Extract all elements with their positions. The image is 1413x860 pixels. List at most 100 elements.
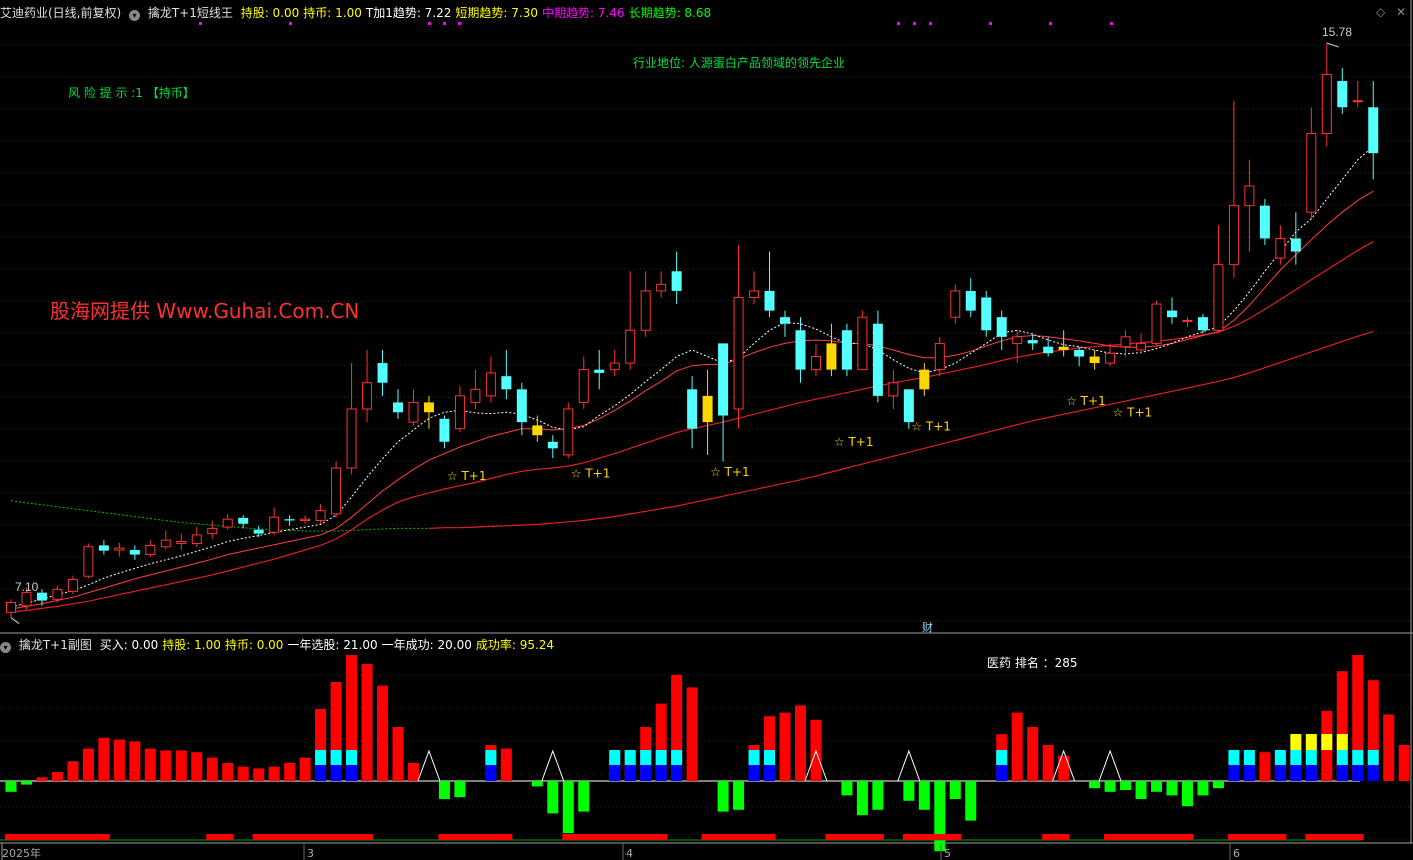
sub-bar-negative xyxy=(1151,781,1163,792)
t1-signal-label: ☆ T+1 xyxy=(834,435,874,449)
sub-bar-negative xyxy=(454,781,466,798)
top-marker xyxy=(913,22,916,25)
sub-bar-negative xyxy=(1120,781,1132,790)
candle-body xyxy=(718,343,729,416)
main-indicator-name[interactable]: 擒龙T+1短线王 xyxy=(148,6,233,20)
candle-body xyxy=(454,395,465,430)
candle-body xyxy=(733,296,744,410)
sub-bar-negative xyxy=(918,781,930,810)
candle-body xyxy=(1043,346,1054,354)
sub-bar-yellow xyxy=(1336,734,1348,750)
top-marker xyxy=(199,22,202,25)
bottom-segment xyxy=(438,834,513,840)
bottom-segment xyxy=(1305,834,1364,840)
sub-bar-cyan xyxy=(996,750,1008,765)
candle-body xyxy=(749,290,760,298)
industry-position: 行业地位: 人源蛋白产品领域的领先企业 xyxy=(633,55,845,70)
sub-bar xyxy=(1042,745,1054,781)
candle-body xyxy=(408,401,419,423)
indicator-toggle-icon[interactable]: ▾ xyxy=(129,10,141,21)
candle-body xyxy=(903,389,914,423)
candle-body xyxy=(1058,346,1069,350)
sub-bar-blue xyxy=(1274,765,1286,781)
sub-bar-blue xyxy=(485,765,497,781)
candle-body xyxy=(269,516,280,533)
bottom-segment xyxy=(562,834,668,840)
sub-bar xyxy=(51,772,63,781)
sub-bar xyxy=(686,687,698,781)
main-stat-5: 长期趋势: 8.68 xyxy=(628,6,712,20)
candle-body xyxy=(810,356,821,371)
candle-body xyxy=(764,290,775,311)
candle-body xyxy=(1228,205,1239,266)
sub-bar-cyan xyxy=(1352,750,1364,765)
sub-bar-cyan xyxy=(624,750,636,765)
sub-indicator-bars[interactable] xyxy=(0,655,1413,852)
sub-bar xyxy=(779,712,791,781)
sub-bar-blue xyxy=(346,765,358,781)
sub-bar xyxy=(129,741,141,781)
bottom-segment xyxy=(1104,834,1194,840)
axis-label: 5 xyxy=(944,847,951,860)
sub-bar-negative xyxy=(1212,781,1224,789)
sub-stat-1: 持股: 1.00 xyxy=(162,638,221,652)
candle-body xyxy=(207,527,218,535)
watermark-text: 股海网提供 Www.Guhai.Com.CN xyxy=(50,299,359,323)
sub-bar-blue xyxy=(748,765,760,781)
t1-signal-label: ☆ T+1 xyxy=(710,465,750,479)
sub-bar-cyan xyxy=(1290,750,1302,765)
sub-bar xyxy=(222,763,234,781)
top-marker xyxy=(289,22,292,25)
candle-body xyxy=(1352,100,1363,103)
candle-body xyxy=(981,297,992,331)
candle-body xyxy=(362,382,373,410)
t1-signal-label: ☆ T+1 xyxy=(571,466,611,480)
sub-bar xyxy=(253,768,265,781)
candle-body xyxy=(284,519,295,521)
candle-body xyxy=(609,362,620,371)
candle-body xyxy=(996,317,1007,337)
candle-body xyxy=(547,441,558,449)
candle-body xyxy=(6,601,16,613)
sub-bar-blue xyxy=(315,765,327,781)
sub-bar-blue xyxy=(609,765,621,781)
sub-bar xyxy=(500,748,512,781)
stock-chart[interactable]: ☆ T+1 ☆ T+1 ☆ T+1 ☆ T+1 ☆ T+1 ☆ T+1 ☆ T+1 2025… xyxy=(0,0,1413,860)
sub-bar-negative xyxy=(965,781,977,821)
candle-body xyxy=(578,369,589,403)
diamond-icon[interactable]: ◇ xyxy=(1376,5,1385,19)
candle-body xyxy=(1368,107,1379,154)
sub-indicator-name[interactable]: 擒龙T+1副图 xyxy=(19,638,92,652)
candle-body xyxy=(129,550,140,555)
candle-body xyxy=(470,388,481,403)
candle-body xyxy=(160,539,171,548)
finance-marker[interactable]: 财 xyxy=(922,620,933,634)
sub-triangle xyxy=(1098,749,1122,782)
sub-bar-negative xyxy=(562,781,574,834)
candle-body xyxy=(532,425,543,436)
sub-stat-0: 买入: 0.00 xyxy=(99,638,159,652)
sub-bar-cyan xyxy=(609,750,621,765)
top-marker xyxy=(428,22,431,25)
bottom-segment xyxy=(902,834,962,840)
candle-body xyxy=(145,544,156,556)
sub-bar-cyan xyxy=(1367,750,1379,765)
close-icon[interactable]: ✕ xyxy=(1396,5,1406,19)
candle-body xyxy=(439,418,450,442)
sub-bar xyxy=(1398,745,1410,781)
candle-body xyxy=(501,376,512,390)
sub-bar-negative xyxy=(717,781,729,812)
sub-indicator-toggle-icon[interactable]: ▾ xyxy=(0,642,11,653)
candle-body xyxy=(1105,352,1116,364)
bottom-segment xyxy=(252,834,374,840)
main-stat-3: 短期趋势: 7.30 xyxy=(455,6,538,20)
candle-body xyxy=(1213,264,1224,331)
sub-bar-yellow xyxy=(1290,734,1302,750)
candle-body xyxy=(888,382,899,397)
bottom-segment xyxy=(1042,834,1070,840)
candle-body xyxy=(253,529,264,534)
candle-body xyxy=(114,547,125,551)
stock-title[interactable]: 艾迪药业(日线,前复权) xyxy=(0,6,121,20)
sub-bar xyxy=(361,664,373,781)
main-indicator-stats: 持股: 0.00 持币: 1.00 T加1趋势: 7.22 短期趋势: 7.30 中期趋… xyxy=(241,6,715,20)
